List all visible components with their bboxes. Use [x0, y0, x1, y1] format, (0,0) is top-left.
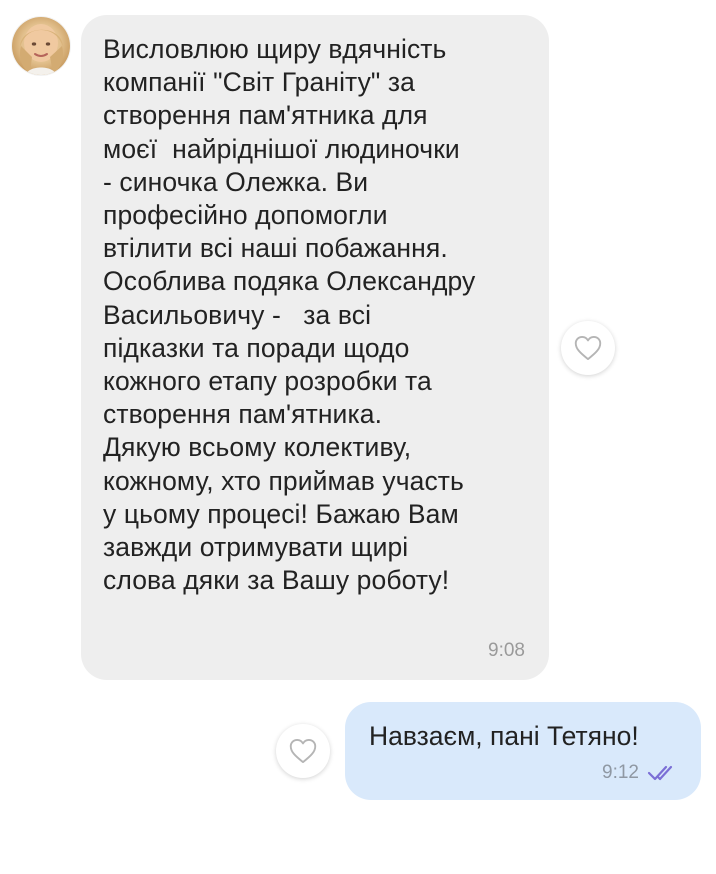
- heart-outline-icon: [289, 738, 317, 764]
- chat-screen: Висловлюю щиру вдячність компанії "Світ …: [0, 0, 716, 874]
- incoming-message-text: Висловлюю щиру вдячність компанії "Світ …: [103, 34, 476, 596]
- double-check-icon: [647, 765, 673, 781]
- incoming-message-bubble[interactable]: Висловлюю щиру вдячність компанії "Світ …: [81, 15, 549, 680]
- outgoing-message-meta: 9:12: [602, 762, 679, 784]
- outgoing-message-text: Навзаєм, пані Тетяно!: [369, 721, 639, 751]
- sender-avatar[interactable]: [12, 17, 70, 75]
- like-outgoing-button[interactable]: [276, 724, 330, 778]
- outgoing-message-time: 9:12: [602, 762, 639, 783]
- heart-outline-icon: [574, 335, 602, 361]
- like-incoming-button[interactable]: [561, 321, 615, 375]
- incoming-message-time: 9:08: [488, 640, 525, 661]
- outgoing-message-bubble[interactable]: Навзаєм, пані Тетяно! 9:12: [345, 702, 701, 800]
- avatar-photo-icon: [20, 24, 63, 75]
